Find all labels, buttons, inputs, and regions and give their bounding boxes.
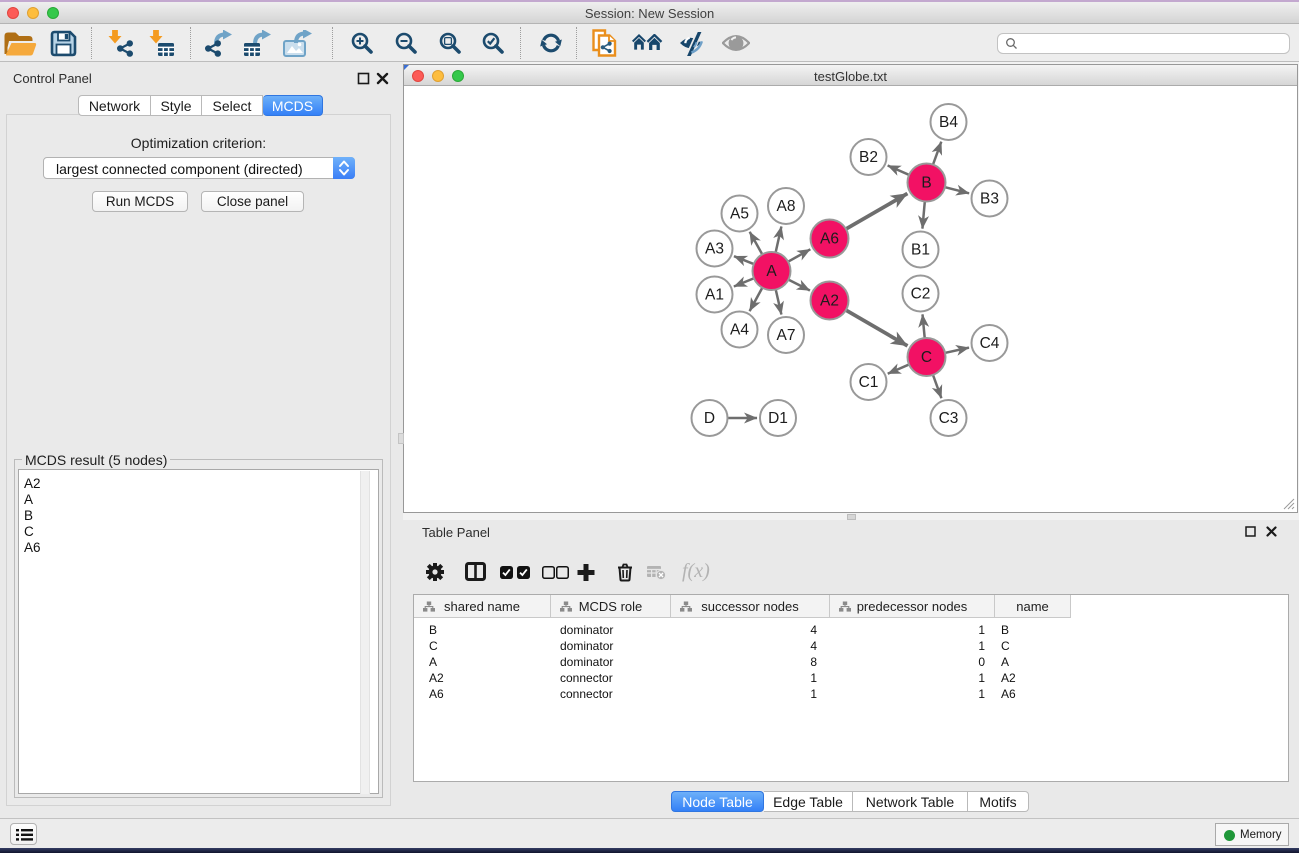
svg-text:C: C: [921, 349, 932, 366]
svg-text:B4: B4: [939, 114, 958, 131]
svg-text:C3: C3: [939, 410, 959, 427]
svg-text:B: B: [921, 175, 931, 192]
svg-text:A8: A8: [777, 198, 796, 215]
svg-text:A2: A2: [820, 293, 839, 310]
svg-text:A4: A4: [730, 322, 749, 339]
svg-text:D1: D1: [768, 410, 788, 427]
svg-text:A5: A5: [730, 206, 749, 223]
svg-text:D: D: [704, 410, 715, 427]
svg-text:C4: C4: [980, 335, 1000, 352]
svg-text:B3: B3: [980, 191, 999, 208]
svg-text:A6: A6: [820, 231, 839, 248]
svg-text:C2: C2: [911, 286, 931, 303]
svg-text:B1: B1: [911, 242, 930, 259]
svg-text:C1: C1: [859, 374, 879, 391]
svg-text:A: A: [766, 263, 777, 280]
svg-text:A3: A3: [705, 241, 724, 258]
svg-text:B2: B2: [859, 149, 878, 166]
svg-text:A1: A1: [705, 287, 724, 304]
svg-text:A7: A7: [777, 327, 796, 344]
